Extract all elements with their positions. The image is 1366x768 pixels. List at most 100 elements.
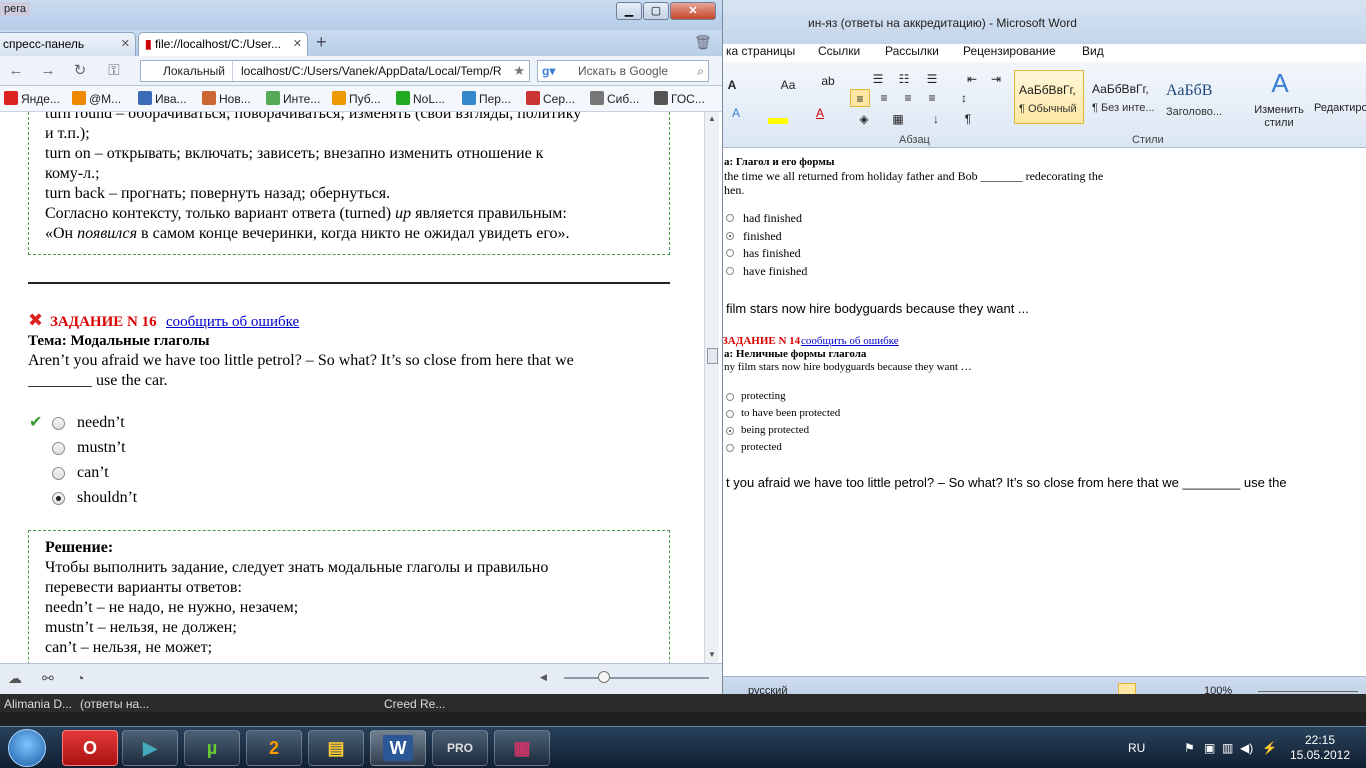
highlight-color-icon[interactable] [768, 118, 788, 124]
volume-icon[interactable]: ◀) [1240, 741, 1253, 755]
answer-option[interactable]: can’t [77, 464, 109, 482]
editing-button[interactable]: Редактиров [1314, 102, 1366, 114]
bullets-icon[interactable]: ☰ [868, 70, 888, 88]
zoom-slider[interactable] [564, 677, 709, 679]
taskbar-opera[interactable]: O [62, 730, 118, 766]
key-icon[interactable]: ⚿ [104, 62, 124, 80]
bookmark-item[interactable]: Пуб... [332, 90, 381, 108]
answer-radio[interactable] [52, 467, 65, 480]
back-icon[interactable]: ← [6, 62, 26, 80]
word-tab-view[interactable]: Вид [1082, 44, 1104, 58]
zoom-slider-thumb[interactable] [598, 671, 610, 683]
taskbar-winrar[interactable]: ▦ [494, 730, 550, 766]
opera-menu-button[interactable]: pera [0, 2, 31, 16]
url-text[interactable]: localhost/C:/Users/Vanek/AppData/Local/T… [241, 61, 506, 81]
report-error-link[interactable]: сообщить об ошибке [166, 314, 299, 331]
word-tab-page-layout[interactable]: ка страницы [726, 44, 795, 58]
taskbar-media[interactable]: ▶ [122, 730, 178, 766]
taskbar-app[interactable]: 2 [246, 730, 302, 766]
pilcrow-icon[interactable]: ¶ [958, 110, 978, 128]
zoom-toggle-icon[interactable]: ◀ [540, 672, 547, 683]
clear-format-icon[interactable]: ab [818, 72, 838, 90]
vertical-scrollbar[interactable]: ▲ ▼ [704, 112, 719, 663]
taskbar-word[interactable]: W [370, 730, 426, 766]
unite-icon[interactable]: ⚯ [42, 670, 54, 687]
bookmark-item[interactable]: Ива... [138, 90, 187, 108]
close-icon[interactable]: ✕ [670, 2, 716, 20]
language-indicator[interactable]: RU [1128, 741, 1145, 755]
font-color-icon[interactable]: A [810, 104, 830, 122]
scrollbar-thumb[interactable] [707, 348, 718, 364]
bookmark-item[interactable]: Инте... [266, 90, 320, 108]
bookmark-item[interactable]: NoL... [396, 90, 445, 108]
align-left-icon[interactable]: ≡ [850, 89, 870, 107]
justify-icon[interactable]: ≡ [922, 89, 942, 107]
tab-speed-dial[interactable]: спресс-панель ✕ [0, 32, 136, 56]
word-tab-mailings[interactable]: Рассылки [885, 44, 939, 58]
close-icon[interactable]: ✕ [293, 33, 302, 55]
change-styles-icon[interactable]: A [1263, 66, 1297, 100]
cloud-icon[interactable]: ☁ [8, 670, 22, 687]
start-button[interactable] [8, 729, 46, 767]
window-title[interactable]: (ответы на... [80, 697, 149, 711]
answer-radio[interactable] [52, 442, 65, 455]
change-styles-button[interactable]: Изменить стили [1248, 104, 1310, 130]
close-icon[interactable]: ✕ [121, 33, 130, 55]
minimize-icon[interactable]: ▁ [616, 2, 642, 20]
bookmark-item[interactable]: Пер... [462, 90, 511, 108]
address-bar[interactable]: Локальный localhost/C:/Users/Vanek/AppDa… [140, 60, 530, 82]
font-shrink-icon[interactable]: A [722, 76, 742, 94]
scroll-down-icon[interactable]: ▼ [708, 650, 716, 659]
maximize-icon[interactable]: ▢ [643, 2, 669, 20]
line-spacing-icon[interactable]: ↕ [954, 89, 974, 107]
bookmark-item[interactable]: Сиб... [590, 90, 639, 108]
tray-device-icon[interactable]: ▣ [1204, 741, 1215, 755]
answer-option[interactable]: mustn’t [77, 439, 126, 457]
star-icon[interactable]: ★ [513, 61, 525, 81]
bookmark-item[interactable]: Янде... [4, 90, 60, 108]
multilevel-list-icon[interactable]: ☰ [922, 70, 942, 88]
align-right-icon[interactable]: ≡ [898, 89, 918, 107]
bookmark-item[interactable]: Сер... [526, 90, 575, 108]
align-center-icon[interactable]: ≡ [874, 89, 894, 107]
window-title[interactable]: Creed Re... [384, 697, 445, 711]
change-case-icon[interactable]: Аа [778, 76, 798, 94]
sort-icon[interactable]: ↓ [926, 110, 946, 128]
style-no-spacing[interactable]: АаБбВвГг, ¶ Без инте... [1088, 70, 1160, 124]
increase-indent-icon[interactable]: ⇥ [986, 70, 1006, 88]
doc-report-link[interactable]: сообщить об ошибке [801, 335, 899, 347]
clock[interactable]: 22:15 15.05.2012 [1280, 733, 1360, 763]
network-icon[interactable]: ▥ [1222, 741, 1233, 755]
numbering-icon[interactable]: ☷ [894, 70, 914, 88]
turbo-icon[interactable]: ◔ [76, 670, 84, 686]
shading-icon[interactable]: ◈ [854, 110, 874, 128]
answer-option[interactable]: needn’t [77, 414, 125, 432]
scroll-up-icon[interactable]: ▲ [708, 114, 716, 123]
window-title[interactable]: Alimania D... [4, 697, 72, 711]
forward-icon[interactable]: → [38, 62, 58, 80]
answer-radio-selected[interactable] [52, 492, 65, 505]
bookmark-item[interactable]: ГОС... [654, 90, 705, 108]
trash-icon[interactable]: 🗑 [694, 34, 712, 51]
tab-local-file[interactable]: ▮ file://localhost/C:/User... ✕ [138, 32, 308, 56]
borders-icon[interactable]: ▦ [888, 110, 908, 128]
bookmark-item[interactable]: Нов... [202, 90, 251, 108]
word-tab-review[interactable]: Рецензирование [963, 44, 1056, 58]
search-icon[interactable]: ⌕ [697, 61, 704, 81]
reload-icon[interactable]: ↻ [70, 62, 90, 80]
google-icon[interactable]: g▾ [542, 61, 555, 81]
taskbar-utorrent[interactable]: µ [184, 730, 240, 766]
taskbar-explorer[interactable]: ▤ [308, 730, 364, 766]
security-badge[interactable]: Локальный [145, 61, 233, 81]
style-normal[interactable]: АаБбВвГг, ¶ Обычный [1014, 70, 1084, 124]
new-tab-button[interactable]: + [316, 32, 327, 53]
style-heading[interactable]: АаБбВ Заголово... [1162, 70, 1234, 124]
zoom-slider[interactable] [1258, 691, 1358, 692]
text-effect-icon[interactable]: A [726, 104, 746, 122]
answer-radio[interactable] [52, 417, 65, 430]
flag-icon[interactable]: ⚑ [1184, 741, 1195, 755]
bookmark-item[interactable]: @M... [72, 90, 121, 108]
taskbar-video-editor[interactable]: PRO [432, 730, 488, 766]
tray-extra-icon[interactable]: ⚡ [1262, 741, 1277, 755]
answer-option[interactable]: shouldn’t [77, 489, 137, 507]
